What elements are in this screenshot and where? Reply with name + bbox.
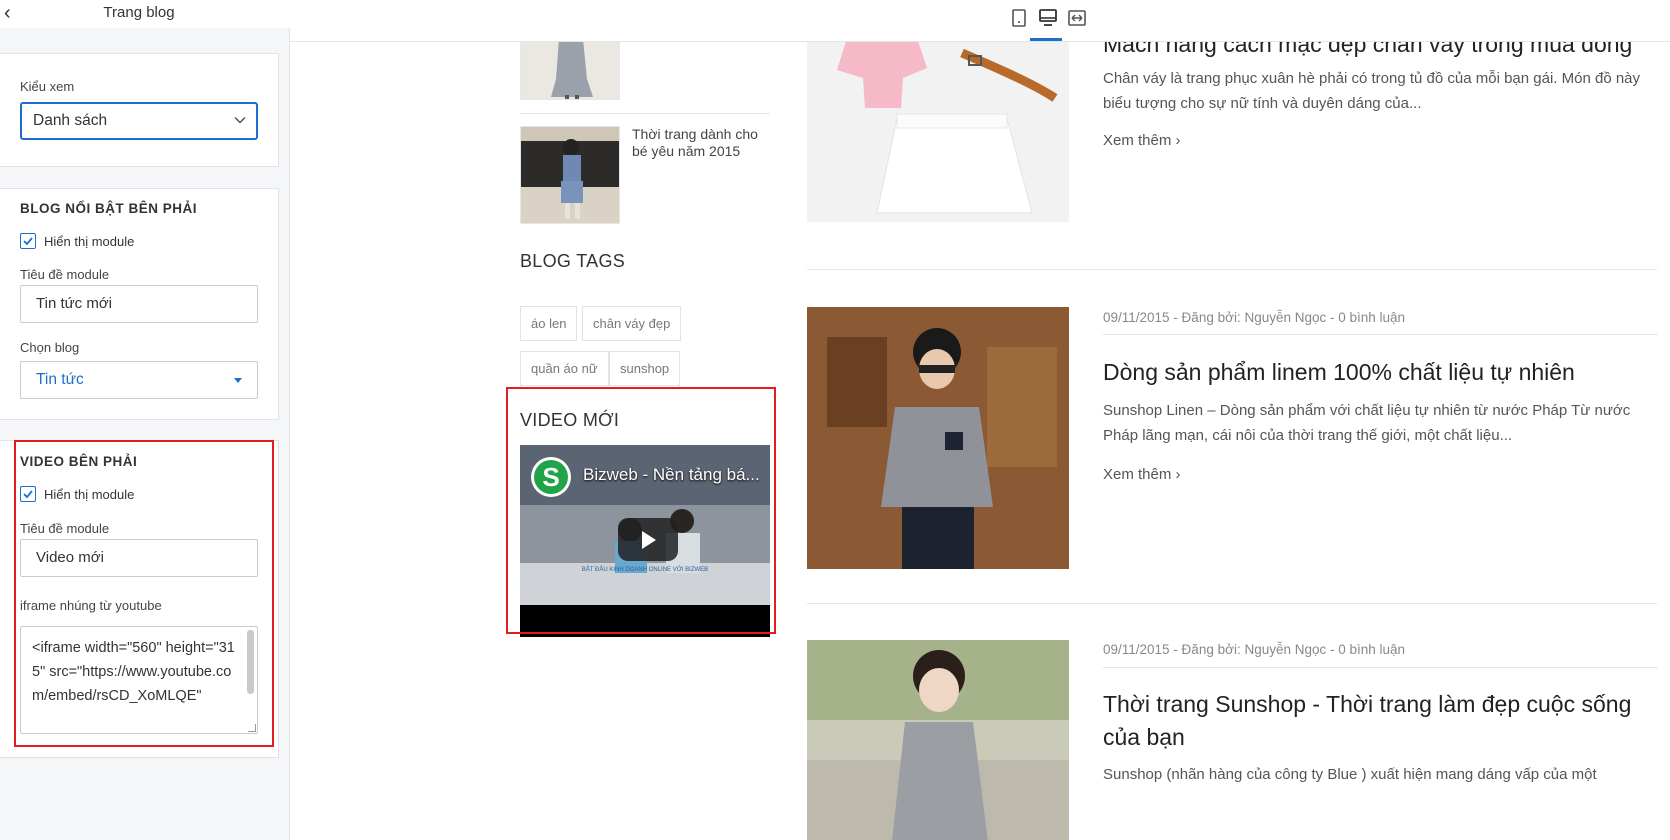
tag-chan-vay-dep[interactable]: chân váy đẹp [582, 306, 682, 341]
chevron-down-icon [234, 116, 246, 124]
video-title-label: Tiêu đề module [20, 521, 110, 536]
read-more-link-1[interactable]: Xem thêm › [1103, 132, 1181, 149]
post-image [807, 307, 1069, 569]
bizweb-logo: S [531, 457, 571, 497]
checkmark-icon [23, 490, 33, 499]
caret-down-icon [234, 378, 242, 383]
post-image-1[interactable] [807, 42, 1069, 222]
panel-title: Trang blog [103, 4, 175, 21]
view-mode-value: Danh sách [33, 112, 108, 129]
post-divider [807, 603, 1657, 604]
youtube-embed[interactable]: S Bizweb - Nền tảng bá... BẮT ĐẦU KINH D… [520, 445, 770, 637]
tag-ao-len[interactable]: áo len [520, 306, 578, 341]
featured-blog-show-checkbox[interactable] [20, 233, 36, 249]
view-mode-label: Kiểu xem [20, 79, 75, 94]
post-image [807, 640, 1069, 840]
sidebar-post-thumbnail[interactable] [520, 42, 620, 100]
featured-blog-show-row[interactable]: Hiển thị module [20, 232, 134, 250]
iframe-code: <iframe width="560" height="315" src="ht… [32, 640, 235, 704]
view-mode-select[interactable]: Danh sách [20, 102, 258, 140]
post-image [807, 42, 1069, 222]
checkmark-icon [23, 237, 33, 246]
active-view-indicator [1030, 38, 1062, 41]
video-caption: BẮT ĐẦU KINH DOANH ONLINE VỚI BIZWEB [581, 567, 709, 573]
video-show-row[interactable]: Hiển thị module [20, 485, 134, 503]
tag-sunshop[interactable]: sunshop [609, 351, 681, 386]
featured-blog-title-input[interactable]: Tin tức mới [20, 285, 258, 323]
video-module-card: VIDEO BÊN PHẢI Hiển thị module Tiêu đề m… [0, 440, 279, 758]
meta-divider [1103, 334, 1658, 335]
tag-quan-ao-nu[interactable]: quần áo nữ [520, 351, 609, 386]
post-title-2[interactable]: Dòng sản phẩm linem 100% chất liệu tự nh… [1103, 356, 1663, 389]
post-divider [807, 269, 1657, 270]
preview-toolbar [290, 0, 1670, 42]
blog-preview: Thời trang dành cho bé yêu năm 2015 BLOG… [290, 42, 1670, 840]
post-meta-3: 09/11/2015 - Đăng bởi: Nguyễn Ngọc - 0 b… [1103, 642, 1406, 657]
fullwidth-icon[interactable] [1066, 7, 1088, 29]
settings-panel: ‹ Trang blog Kiểu xem Danh sách BLOG NỔI… [0, 0, 290, 840]
iframe-label: iframe nhúng từ youtube [20, 598, 162, 613]
textarea-scrollbar[interactable] [247, 630, 254, 694]
iframe-textarea[interactable]: <iframe width="560" height="315" src="ht… [20, 626, 258, 734]
featured-blog-heading: BLOG NỔI BẬT BÊN PHẢI [20, 201, 198, 216]
meta-divider [1103, 667, 1658, 668]
post-image [521, 127, 619, 223]
post-title-1[interactable]: Mách nàng cách mặc đẹp chân váy trong mù… [1103, 42, 1663, 61]
divider [520, 113, 770, 114]
choose-blog-label: Chọn blog [20, 340, 80, 355]
desktop-icon[interactable] [1037, 7, 1059, 29]
post-description-3: Sunshop (nhãn hàng của công ty Blue ) xu… [1103, 766, 1597, 783]
video-show-checkbox[interactable] [20, 486, 36, 502]
post-title-3[interactable]: Thời trang Sunshop - Thời trang làm đẹp … [1103, 688, 1663, 754]
sidebar-post-thumbnail[interactable] [520, 126, 620, 224]
post-image-3[interactable] [807, 640, 1069, 840]
video-title-input[interactable]: Video mới [20, 539, 258, 577]
choose-blog-value: Tin tức [36, 371, 84, 388]
blog-tags-title: BLOG TAGS [520, 251, 626, 271]
read-more-link-2[interactable]: Xem thêm › [1103, 466, 1181, 483]
play-icon [642, 531, 656, 549]
post-image-2[interactable] [807, 307, 1069, 569]
video-section-title: VIDEO MỚI [520, 410, 620, 430]
choose-blog-select[interactable]: Tin tức [20, 361, 258, 399]
post-image [521, 42, 619, 99]
mobile-icon[interactable] [1008, 7, 1030, 29]
video-title[interactable]: Bizweb - Nền tảng bá... [583, 465, 760, 485]
post-meta-2: 09/11/2015 - Đăng bởi: Nguyễn Ngọc - 0 b… [1103, 310, 1406, 325]
resize-handle-icon[interactable] [248, 724, 256, 732]
panel-header: ‹ Trang blog [0, 0, 290, 28]
featured-blog-title-label: Tiêu đề module [20, 267, 110, 282]
play-button[interactable] [618, 518, 678, 561]
featured-blog-card: BLOG NỔI BẬT BÊN PHẢI Hiển thị module Ti… [0, 188, 279, 420]
post-description-1: Chân váy là trang phục xuân hè phải có t… [1103, 70, 1641, 112]
featured-blog-show-label: Hiển thị module [44, 233, 135, 249]
sidebar-post-title[interactable]: Thời trang dành cho bé yêu năm 2015 [632, 126, 772, 160]
video-module-heading: VIDEO BÊN PHẢI [20, 454, 138, 469]
post-description-2: Sunshop Linen – Dòng sản phẩm với chất l… [1103, 402, 1631, 444]
view-mode-card: Kiểu xem Danh sách [0, 53, 279, 167]
video-show-label: Hiển thị module [44, 486, 135, 502]
